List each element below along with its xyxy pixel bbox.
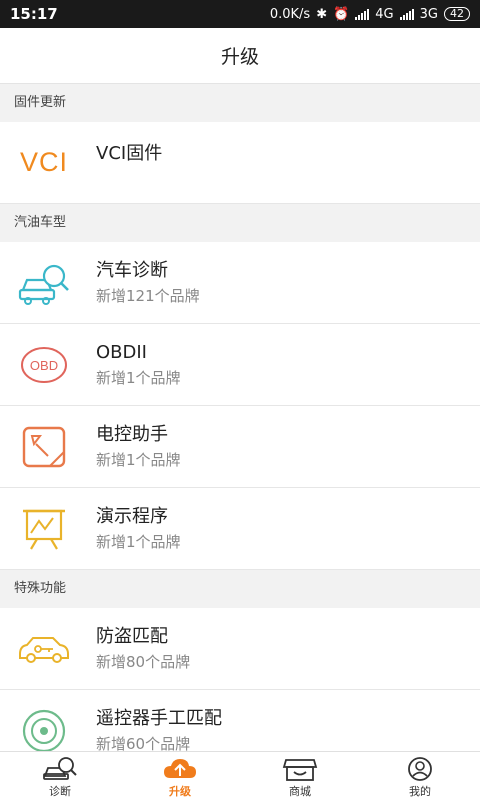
tab-store[interactable]: 商城: [240, 752, 360, 800]
section-header-gasoline: 汽油车型: [0, 204, 480, 242]
section-header-firmware: 固件更新: [0, 84, 480, 122]
ecu-tablet-icon: [14, 422, 74, 472]
item-subtitle: 新增60个品牌: [96, 734, 191, 752]
svg-text:OBD: OBD: [30, 358, 58, 373]
section-header-special: 特殊功能: [0, 570, 480, 608]
car-key-icon: [14, 624, 74, 674]
item-title: 遥控器手工匹配: [96, 707, 222, 729]
alarm-icon: ⏰: [333, 6, 350, 22]
tab-profile[interactable]: 我的: [360, 752, 480, 800]
tab-diagnose[interactable]: 诊断: [0, 752, 120, 800]
signal-icon-2: [399, 8, 414, 20]
diagnose-icon: [43, 757, 77, 780]
list-item-vci-firmware[interactable]: VCI VCI固件: [0, 122, 480, 204]
item-title: 演示程序: [96, 505, 168, 527]
signal-icon: [355, 8, 370, 20]
car-search-icon: [14, 258, 74, 308]
item-title: 防盗匹配: [96, 625, 168, 647]
tab-upgrade[interactable]: 升级: [120, 752, 240, 800]
list-item-ecu-assistant[interactable]: 电控助手 新增1个品牌: [0, 406, 480, 488]
remote-control-icon: [14, 706, 74, 751]
bluetooth-icon: ✱: [316, 6, 328, 22]
list-item-remote-pairing[interactable]: 遥控器手工匹配 新增60个品牌: [0, 690, 480, 751]
tab-label: 诊断: [49, 785, 71, 798]
tab-label: 商城: [289, 785, 311, 798]
bottom-tab-bar: 诊断 升级 商城 我的: [0, 751, 480, 800]
obd-icon: OBD: [14, 340, 74, 390]
item-title: VCI固件: [96, 142, 163, 164]
list-item-demo-program[interactable]: 演示程序 新增1个品牌: [0, 488, 480, 570]
network-type-2: 3G: [419, 6, 438, 22]
item-subtitle: 新增1个品牌: [96, 368, 181, 387]
list-item-anti-theft[interactable]: 防盗匹配 新增80个品牌: [0, 608, 480, 690]
page-title: 升级: [220, 46, 259, 68]
network-type-1: 4G: [375, 6, 394, 22]
list-item-car-diagnosis[interactable]: 汽车诊断 新增121个品牌: [0, 242, 480, 324]
upgrade-list[interactable]: 固件更新 VCI VCI固件 汽油车型 汽车诊断 新增121个品牌 OBD OB…: [0, 84, 480, 751]
item-title: 汽车诊断: [96, 259, 168, 281]
page-title-bar: 升级: [0, 28, 480, 84]
item-title: 电控助手: [96, 423, 168, 445]
presentation-board-icon: [14, 504, 74, 554]
network-speed: 0.0K/s: [269, 6, 311, 22]
profile-icon: [408, 757, 432, 781]
status-bar: 15:17 0.0K/s ✱ ⏰ 4G 3G 42: [0, 0, 480, 28]
tab-label: 我的: [409, 785, 431, 798]
store-icon: [282, 759, 318, 781]
upgrade-cloud-icon: [164, 759, 196, 778]
item-subtitle: 新增121个品牌: [96, 286, 200, 305]
item-subtitle: 新增1个品牌: [96, 450, 181, 469]
battery-indicator: 42: [444, 7, 470, 21]
tab-label: 升级: [169, 785, 191, 798]
item-subtitle: 新增80个品牌: [96, 652, 191, 671]
status-time: 15:17: [10, 5, 58, 23]
item-subtitle: 新增1个品牌: [96, 532, 181, 551]
status-indicators: 0.0K/s ✱ ⏰ 4G 3G 42: [270, 7, 470, 22]
item-title: OBDII: [96, 341, 147, 363]
vci-text-icon: VCI: [19, 147, 68, 177]
list-item-obdii[interactable]: OBD OBDII 新增1个品牌: [0, 324, 480, 406]
